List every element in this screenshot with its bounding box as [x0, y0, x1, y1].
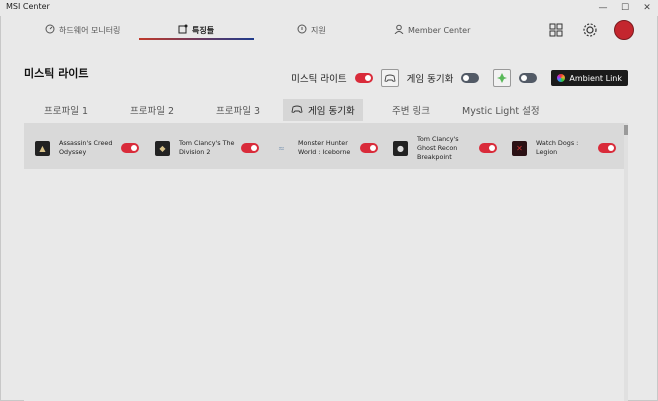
game-name: Tom Clancy's The Division 2: [179, 139, 235, 156]
tab-mystic-light-settings[interactable]: Mystic Light 설정: [462, 99, 540, 121]
avatar[interactable]: [614, 20, 634, 40]
tab-profile-3[interactable]: 프로파일 3: [216, 99, 260, 121]
tab-label: 주변 링크: [392, 106, 430, 117]
list-item: ▲ Assassin's Creed Odyssey: [35, 137, 139, 159]
game-toggle[interactable]: [598, 143, 616, 153]
nav-member-center[interactable]: Member Center: [394, 20, 470, 40]
tab-profile-2[interactable]: 프로파일 2: [130, 99, 174, 121]
close-button[interactable]: ✕: [636, 0, 658, 16]
game-sync-controller-icon: [380, 69, 399, 87]
profile-tabs: 프로파일 1 프로파일 2 프로파일 3 게임 동기화 주변 링크 Mystic…: [24, 99, 628, 121]
ambient-link-button[interactable]: Ambient Link: [551, 70, 628, 86]
ambient-link-label: Ambient Link: [569, 73, 622, 83]
nav-label: 지원: [311, 25, 326, 35]
game-name: Monster Hunter World : Iceborne: [298, 139, 351, 156]
grid-icon[interactable]: [546, 20, 566, 40]
game-toggle[interactable]: [121, 143, 139, 153]
maximize-button[interactable]: ☐: [614, 0, 636, 16]
support-icon: [297, 24, 307, 36]
game-toggle[interactable]: [479, 143, 497, 153]
scrollbar[interactable]: [624, 123, 628, 401]
game-logo-icon: ◆: [155, 140, 170, 156]
game-name: Tom Clancy's Ghost Recon Breakpoint: [417, 134, 459, 161]
nav-label: 하드웨어 모니터링: [59, 25, 121, 35]
list-item: ✕ Watch Dogs : Legion: [512, 137, 616, 159]
mystic-light-toggle[interactable]: [354, 73, 373, 83]
minimize-button[interactable]: —: [592, 0, 614, 16]
title-bar: MSI Center — ☐ ✕: [0, 0, 658, 16]
tab-label: 프로파일 2: [130, 106, 175, 117]
razer-toggle[interactable]: [519, 73, 538, 83]
game-sync-panel: ▲ Assassin's Creed Odyssey ◆ Tom Clancy'…: [24, 123, 628, 401]
game-toggle[interactable]: [360, 143, 378, 153]
features-icon: [178, 24, 188, 36]
active-nav-underline: [139, 38, 254, 40]
user-icon: [394, 24, 404, 36]
scrollbar-thumb[interactable]: [624, 125, 628, 135]
game-sync-toggle[interactable]: [461, 73, 480, 83]
tab-label: 게임 동기화: [308, 106, 355, 117]
nav-features[interactable]: 특징들: [178, 20, 214, 40]
gauge-icon: [45, 24, 55, 36]
tab-label: Mystic Light 설정: [462, 106, 540, 117]
game-name: Assassin's Creed Odyssey: [59, 139, 113, 156]
app-title: MSI Center: [6, 2, 50, 11]
nav-hardware-monitoring[interactable]: 하드웨어 모니터링: [45, 20, 120, 40]
mystic-light-label: 미스틱 라이트: [291, 74, 347, 85]
razer-icon: [493, 69, 512, 87]
game-toggle[interactable]: [241, 143, 259, 153]
top-right-tools: [546, 20, 634, 40]
list-item: ◆ Tom Clancy's The Division 2: [155, 137, 259, 159]
gear-icon[interactable]: [580, 20, 600, 40]
nav-support[interactable]: 지원: [297, 20, 326, 40]
list-item: ● Tom Clancy's Ghost Recon Breakpoint: [393, 134, 497, 161]
game-logo-icon: ≈: [278, 143, 285, 153]
list-item: ≈ Monster Hunter World : Iceborne: [274, 137, 378, 159]
game-name: Watch Dogs : Legion: [536, 139, 579, 156]
avatar-image: [614, 20, 634, 40]
tab-peripheral-link[interactable]: 주변 링크: [392, 99, 430, 121]
tab-label: 프로파일 1: [44, 106, 89, 117]
game-logo-icon: ✕: [512, 140, 527, 156]
controller-icon: [291, 104, 303, 117]
game-list: ▲ Assassin's Creed Odyssey ◆ Tom Clancy'…: [24, 123, 624, 169]
window-controls: — ☐ ✕: [592, 0, 658, 16]
nav-label: Member Center: [408, 25, 471, 35]
tab-game-sync[interactable]: 게임 동기화: [283, 99, 363, 121]
ambient-link-icon: [557, 74, 566, 82]
game-logo-icon: ●: [393, 140, 408, 156]
page-title: 미스틱 라이트: [24, 67, 89, 80]
nav-label: 특징들: [192, 25, 215, 35]
game-sync-label: 게임 동기화: [406, 74, 454, 85]
header-controls: 미스틱 라이트 게임 동기화 Ambient Link: [291, 69, 628, 87]
tab-label: 프로파일 3: [216, 106, 261, 117]
game-logo-icon: ▲: [35, 140, 50, 156]
tab-profile-1[interactable]: 프로파일 1: [44, 99, 88, 121]
